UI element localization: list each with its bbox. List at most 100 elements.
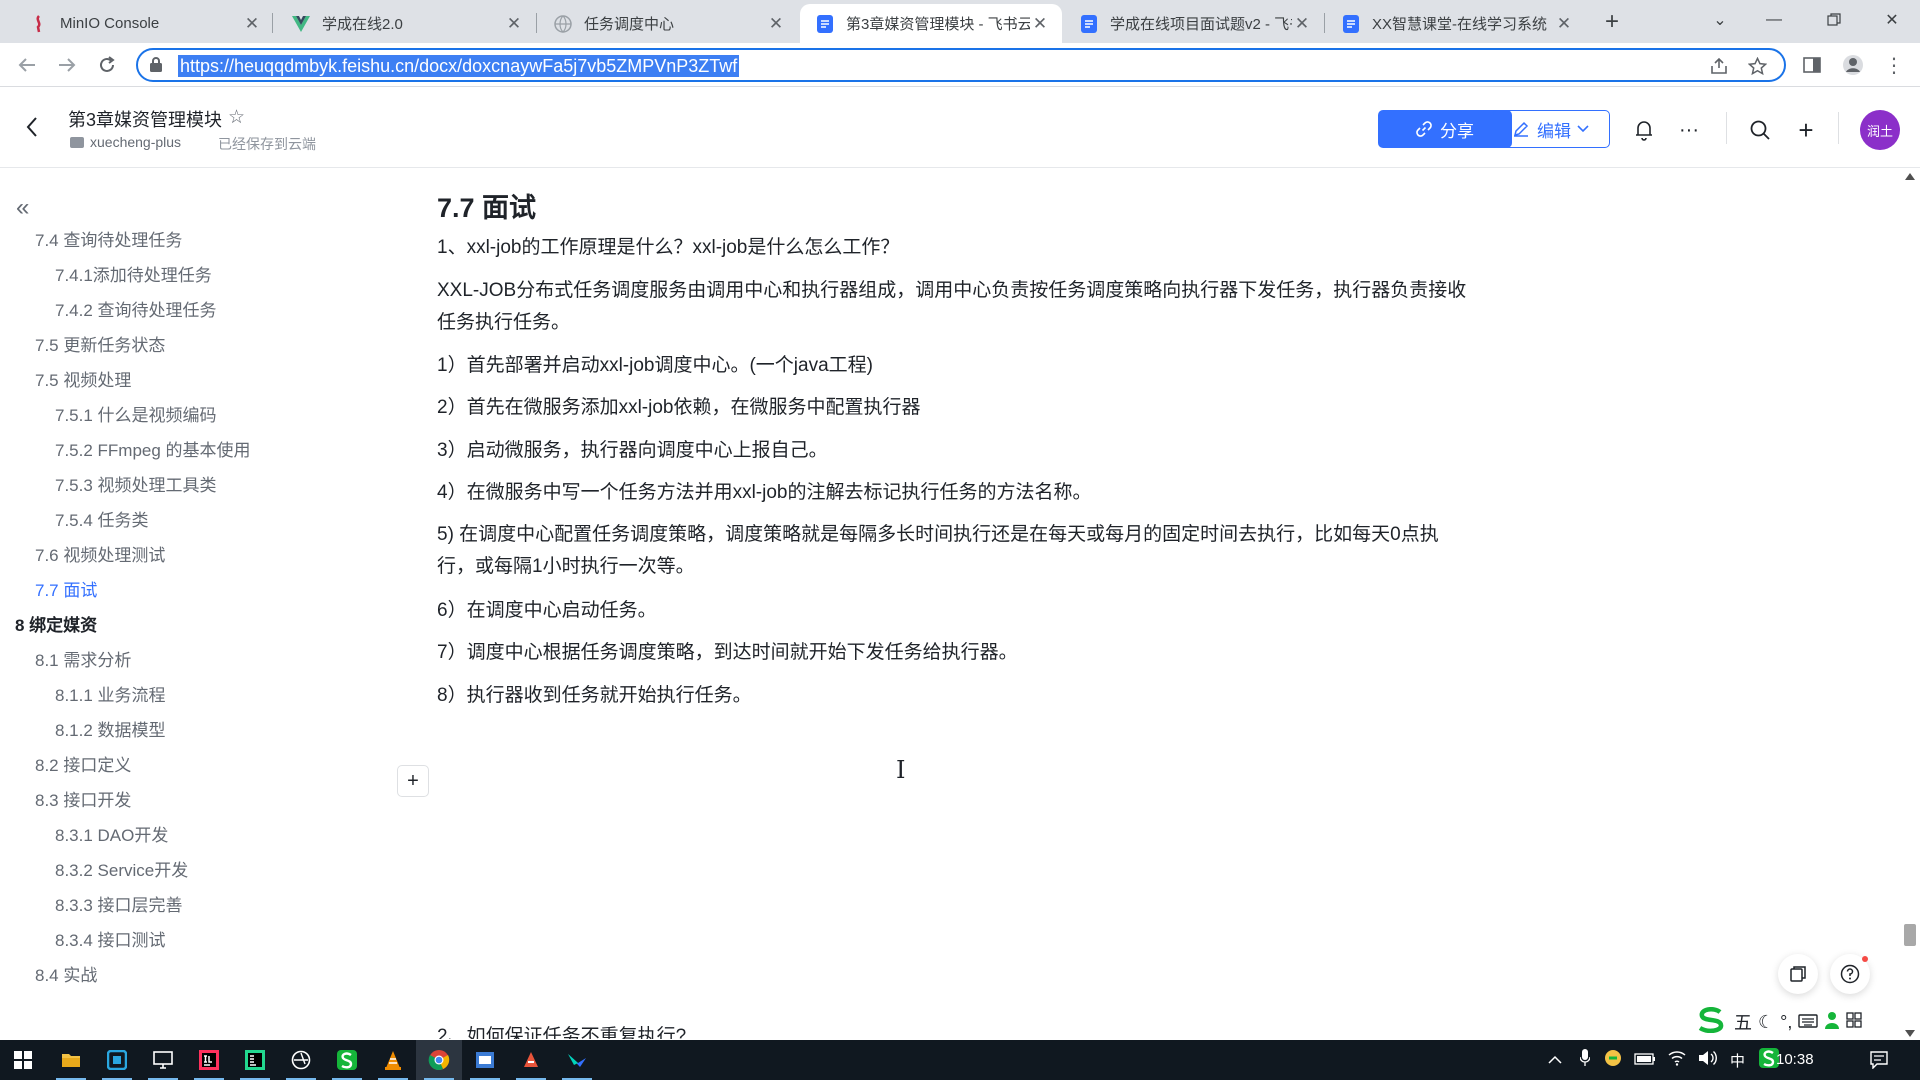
- close-tab-icon[interactable]: ✕: [242, 14, 262, 34]
- outline-item[interactable]: 7.4.1添加待处理任务: [55, 261, 212, 286]
- doc-title[interactable]: 第3章媒资管理模块: [68, 106, 222, 132]
- outline-item[interactable]: 7.6 视频处理测试: [35, 541, 165, 566]
- outline-item[interactable]: 7.5.4 任务类: [55, 506, 149, 531]
- tray-expand-chevron-icon[interactable]: [1548, 1052, 1562, 1069]
- outline-item[interactable]: 7.5 更新任务状态: [35, 331, 165, 356]
- action-center-icon[interactable]: [1856, 1040, 1902, 1080]
- help-icon[interactable]: [1830, 954, 1870, 994]
- url-text[interactable]: https://heuqqdmbyk.feishu.cn/docx/doxcna…: [178, 55, 740, 77]
- paragraph[interactable]: 2、如何保证任务不重复执行?: [437, 1019, 1467, 1039]
- ime-mode[interactable]: 五: [1734, 1009, 1752, 1035]
- battery-icon[interactable]: [1634, 1052, 1656, 1069]
- app-window-icon[interactable]: [462, 1040, 508, 1080]
- avatar[interactable]: 润土: [1860, 110, 1900, 150]
- keyboard-icon[interactable]: [1798, 1012, 1819, 1033]
- back-arrow-icon[interactable]: [12, 50, 42, 80]
- outline-item[interactable]: 7.5.1 什么是视频编码: [55, 401, 217, 426]
- datagrip-icon[interactable]: [232, 1040, 278, 1080]
- scrollbar-thumb[interactable]: [1904, 924, 1916, 946]
- collapse-outline-icon[interactable]: «: [16, 194, 29, 222]
- chrome-icon[interactable]: [416, 1040, 462, 1080]
- tab-interview-questions-doc[interactable]: 学成在线项目面试题v2 - 飞书云文档 ✕: [1064, 4, 1324, 43]
- app-icon[interactable]: [94, 1040, 140, 1080]
- paragraph[interactable]: 3）启动微服务，执行器向调度中心上报自己。: [437, 435, 1467, 467]
- outline-item[interactable]: 7.4.2 查询待处理任务: [55, 296, 217, 321]
- paragraph[interactable]: 7）调度中心根据任务调度策略，到达时间就开始下发任务给执行器。: [437, 637, 1467, 669]
- favorite-star-icon[interactable]: ☆: [228, 106, 245, 129]
- tab-task-scheduler[interactable]: 任务调度中心 ✕: [538, 4, 798, 43]
- outline-item[interactable]: 8.4 实战: [35, 961, 97, 986]
- tray-app-icon[interactable]: [1604, 1049, 1622, 1071]
- outline-item[interactable]: 7.5 视频处理: [35, 366, 131, 391]
- outline-item[interactable]: 7.5.2 FFmpeg 的基本使用: [55, 436, 251, 461]
- outline-item[interactable]: 8.3.2 Service开发: [55, 856, 188, 881]
- new-tab-button[interactable]: +: [1598, 8, 1626, 36]
- outline-item[interactable]: 8.1 需求分析: [35, 646, 131, 671]
- more-options-icon[interactable]: ···: [1677, 118, 1701, 142]
- paragraph[interactable]: 8）执行器收到任务就开始执行任务。: [437, 680, 1467, 712]
- scroll-down-arrow-icon[interactable]: [1905, 1030, 1915, 1037]
- bookmark-star-icon[interactable]: [1746, 55, 1768, 77]
- forward-arrow-icon[interactable]: [52, 50, 82, 80]
- outline-item[interactable]: 8.2 接口定义: [35, 751, 131, 776]
- app-red-icon[interactable]: [508, 1040, 554, 1080]
- outline-item[interactable]: 8.3.1 DAO开发: [55, 821, 168, 846]
- paragraph[interactable]: 5) 在调度中心配置任务调度策略，调度策略就是每隔多长时间执行还是在每天或每月的…: [437, 519, 1467, 583]
- profile-icon[interactable]: [1841, 53, 1865, 77]
- edit-mode-button[interactable]: 编辑: [1492, 110, 1610, 148]
- back-chevron-icon[interactable]: [26, 116, 46, 140]
- wifi-icon[interactable]: [1668, 1050, 1686, 1070]
- address-bar[interactable]: https://heuqqdmbyk.feishu.cn/docx/doxcna…: [136, 48, 1786, 82]
- outline-item[interactable]: 8.3 接口开发: [35, 786, 131, 811]
- share-page-icon[interactable]: [1708, 55, 1730, 77]
- feishu-app-icon[interactable]: [554, 1040, 600, 1080]
- doc-folder[interactable]: xuecheng-plus: [70, 134, 181, 150]
- reload-icon[interactable]: [92, 50, 122, 80]
- paragraph[interactable]: 1、xxl-job的工作原理是什么？xxl-job是什么怎么工作？: [437, 232, 1467, 264]
- outline-item[interactable]: 8 绑定媒资: [15, 611, 97, 636]
- page-scrollbar[interactable]: [1899, 169, 1920, 1039]
- intellij-idea-icon[interactable]: [186, 1040, 232, 1080]
- ime-menu-grid-icon[interactable]: [1846, 1011, 1862, 1033]
- notification-bell-icon[interactable]: [1632, 118, 1656, 142]
- section-heading[interactable]: 7.7 面试: [437, 186, 536, 225]
- side-panel-icon[interactable]: [1800, 53, 1824, 77]
- minimize-button[interactable]: —: [1746, 0, 1802, 40]
- restore-button[interactable]: [1806, 0, 1862, 40]
- outline-item-current[interactable]: 7.7 面试: [35, 576, 97, 601]
- sogou-app-icon[interactable]: [324, 1040, 370, 1080]
- outline-item[interactable]: 8.3.3 接口层完善: [55, 891, 183, 916]
- close-tab-icon[interactable]: ✕: [1030, 14, 1050, 34]
- insert-block-plus-button[interactable]: +: [397, 765, 429, 797]
- remote-desktop-icon[interactable]: [140, 1040, 186, 1080]
- outline-item[interactable]: 8.1.2 数据模型: [55, 716, 166, 741]
- windows-start-icon[interactable]: [0, 1040, 46, 1080]
- half-width-moon-icon[interactable]: ☾: [1758, 1012, 1774, 1033]
- create-plus-icon[interactable]: +: [1794, 115, 1818, 145]
- system-clock[interactable]: 10:38: [1776, 1040, 1814, 1080]
- ime-skin-icon[interactable]: [1824, 1011, 1840, 1034]
- input-language[interactable]: 中: [1730, 1050, 1745, 1071]
- tab-smart-classroom[interactable]: XX智慧课堂-在线学习系统 ✕: [1326, 4, 1586, 43]
- tab-xuecheng[interactable]: 学成在线2.0 ✕: [276, 4, 536, 43]
- tab-search-icon[interactable]: ⌄: [1692, 0, 1748, 40]
- sogou-ime-icon[interactable]: [1694, 1006, 1728, 1038]
- microphone-icon[interactable]: [1579, 1049, 1591, 1071]
- lock-icon[interactable]: [150, 57, 162, 77]
- tab-media-module-doc[interactable]: 第3章媒资管理模块 - 飞书云文档 ✕: [800, 4, 1062, 43]
- vlc-icon[interactable]: [370, 1040, 416, 1080]
- menu-kebab-icon[interactable]: ⋮: [1882, 53, 1906, 77]
- outline-item[interactable]: 8.3.4 接口测试: [55, 926, 166, 951]
- paragraph[interactable]: 1）首先部署并启动xxl-job调度中心。(一个java工程): [437, 350, 1467, 382]
- close-tab-icon[interactable]: ✕: [1554, 14, 1574, 34]
- paragraph[interactable]: 4）在微服务中写一个任务方法并用xxl-job的注解去标记执行任务的方法名称。: [437, 477, 1467, 509]
- close-tab-icon[interactable]: ✕: [1292, 14, 1312, 34]
- punctuation-icon[interactable]: °,: [1780, 1012, 1792, 1033]
- search-icon[interactable]: [1748, 118, 1772, 142]
- outline-item[interactable]: 8.1.1 业务流程: [55, 681, 166, 706]
- outline-item[interactable]: 7.5.3 视频处理工具类: [55, 471, 217, 496]
- scroll-up-arrow-icon[interactable]: [1905, 173, 1915, 180]
- doc-tools-icon[interactable]: [1778, 954, 1818, 994]
- close-tab-icon[interactable]: ✕: [766, 14, 786, 34]
- paragraph[interactable]: 2）首先在微服务添加xxl-job依赖，在微服务中配置执行器: [437, 392, 1467, 424]
